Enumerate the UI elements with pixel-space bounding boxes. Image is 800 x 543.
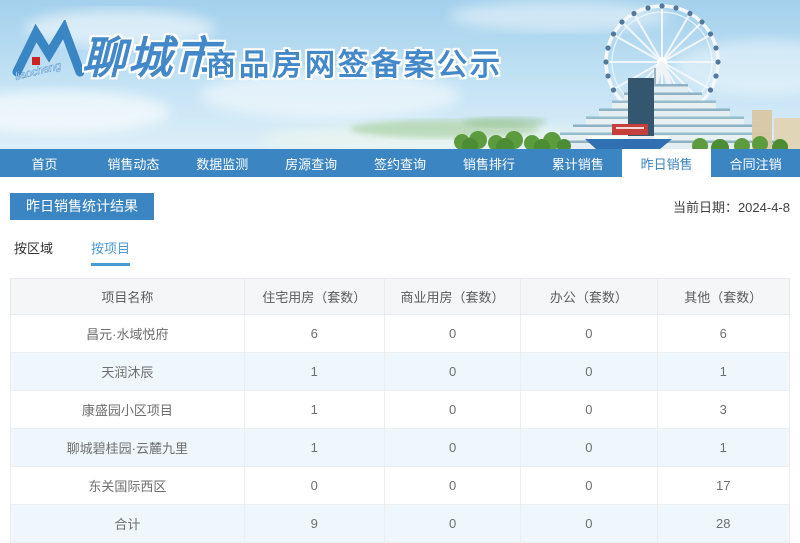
value-cell: 6 xyxy=(243,314,385,353)
table-header-row: 项目名称 住宅用房（套数） 商业用房（套数） 办公（套数） 其他（套数） xyxy=(10,278,791,315)
project-name-cell: 聊城碧桂园·云麓九里 xyxy=(10,428,245,467)
nav-item-listing-query[interactable]: 房源查询 xyxy=(267,149,356,177)
project-name-cell: 昌元·水域悦府 xyxy=(10,314,245,353)
table-row: 东关国际西区 0 0 0 17 xyxy=(10,466,791,505)
column-header: 项目名称 xyxy=(10,278,245,315)
table-row: 昌元·水域悦府 6 0 0 6 xyxy=(10,314,791,353)
project-name-cell: 合计 xyxy=(10,504,245,543)
table-row: 聊城碧桂园·云麓九里 1 0 0 1 xyxy=(10,428,791,467)
project-name-cell: 康盛园小区项目 xyxy=(10,390,245,429)
value-cell: 0 xyxy=(383,352,522,391)
value-cell: 17 xyxy=(656,466,791,505)
banner: liaocheng 聊城市 商品房网签备案公示 xyxy=(0,0,800,149)
value-cell: 0 xyxy=(383,390,522,429)
value-cell: 0 xyxy=(520,504,658,543)
nav-item-data-monitoring[interactable]: 数据监测 xyxy=(178,149,267,177)
column-header: 住宅用房（套数） xyxy=(243,278,385,315)
table-wrap: 项目名称 住宅用房（套数） 商业用房（套数） 办公（套数） 其他（套数） 昌元·水域悦府… xyxy=(10,278,791,543)
table-row: 合计 9 0 0 28 xyxy=(10,504,791,543)
tab-by-region[interactable]: 按区域 xyxy=(14,238,53,266)
column-header: 其他（套数） xyxy=(656,278,791,315)
sales-table: 项目名称 住宅用房（套数） 商业用房（套数） 办公（套数） 其他（套数） 昌元·水域悦府… xyxy=(10,278,791,543)
value-cell: 0 xyxy=(383,466,522,505)
current-date-value: 2024-4-8 xyxy=(737,200,790,215)
table-row: 天润沐辰 1 0 0 1 xyxy=(10,352,791,391)
value-cell: 9 xyxy=(243,504,385,543)
value-cell: 3 xyxy=(656,390,791,429)
value-cell: 6 xyxy=(656,314,791,353)
value-cell: 28 xyxy=(656,504,791,543)
nav-item-cumulative-sales[interactable]: 累计销售 xyxy=(533,149,622,177)
view-tabs: 按区域 按项目 xyxy=(10,238,790,266)
content: 昨日销售统计结果 当前日期：2024-4-8 按区域 按项目 项目名称 住宅用房（套… xyxy=(0,193,800,543)
tab-by-project[interactable]: 按项目 xyxy=(91,238,131,266)
nav-item-home[interactable]: 首页 xyxy=(0,149,89,177)
value-cell: 1 xyxy=(243,428,385,467)
current-date-label: 当前日期： xyxy=(672,200,738,215)
value-cell: 0 xyxy=(520,352,658,391)
value-cell: 1 xyxy=(656,352,791,391)
project-name-cell: 天润沐辰 xyxy=(10,352,245,391)
logo-red-square xyxy=(32,57,40,65)
value-cell: 0 xyxy=(520,466,658,505)
table-row: 康盛园小区项目 1 0 0 3 xyxy=(10,390,791,429)
value-cell: 1 xyxy=(243,390,385,429)
column-header: 办公（套数） xyxy=(520,278,658,315)
value-cell: 0 xyxy=(243,466,385,505)
section-title-badge: 昨日销售统计结果 xyxy=(10,193,154,220)
nav-item-sales-trends[interactable]: 销售动态 xyxy=(89,149,178,177)
value-cell: 0 xyxy=(520,390,658,429)
value-cell: 0 xyxy=(383,504,522,543)
nav-item-contract-cancel[interactable]: 合同注销 xyxy=(711,149,800,177)
city-name: 聊城市 xyxy=(82,34,220,83)
column-header: 商业用房（套数） xyxy=(383,278,522,315)
current-date: 当前日期：2024-4-8 xyxy=(673,197,790,216)
value-cell: 0 xyxy=(383,428,522,467)
main-nav: 首页 销售动态 数据监测 房源查询 签约查询 销售排行 累计销售 昨日销售 合同注销 xyxy=(0,149,800,177)
value-cell: 0 xyxy=(383,314,522,353)
site-title: 商品房网签备案公示 xyxy=(206,49,503,82)
logo: liaocheng xyxy=(12,20,84,83)
value-cell: 1 xyxy=(243,352,385,391)
nav-item-yesterday-sales[interactable]: 昨日销售 xyxy=(622,149,712,177)
nav-item-sales-ranking[interactable]: 销售排行 xyxy=(444,149,533,177)
section-row: 昨日销售统计结果 当前日期：2024-4-8 xyxy=(10,193,790,220)
project-name-cell: 东关国际西区 xyxy=(10,466,245,505)
value-cell: 1 xyxy=(656,428,791,467)
value-cell: 0 xyxy=(520,314,658,353)
table-body: 昌元·水域悦府 6 0 0 6 天润沐辰 1 0 0 1 康盛园小区项目 1 0 0 3 聊城碧桂园·云麓九里… xyxy=(10,314,791,543)
value-cell: 0 xyxy=(520,428,658,467)
nav-item-contract-query[interactable]: 签约查询 xyxy=(356,149,445,177)
